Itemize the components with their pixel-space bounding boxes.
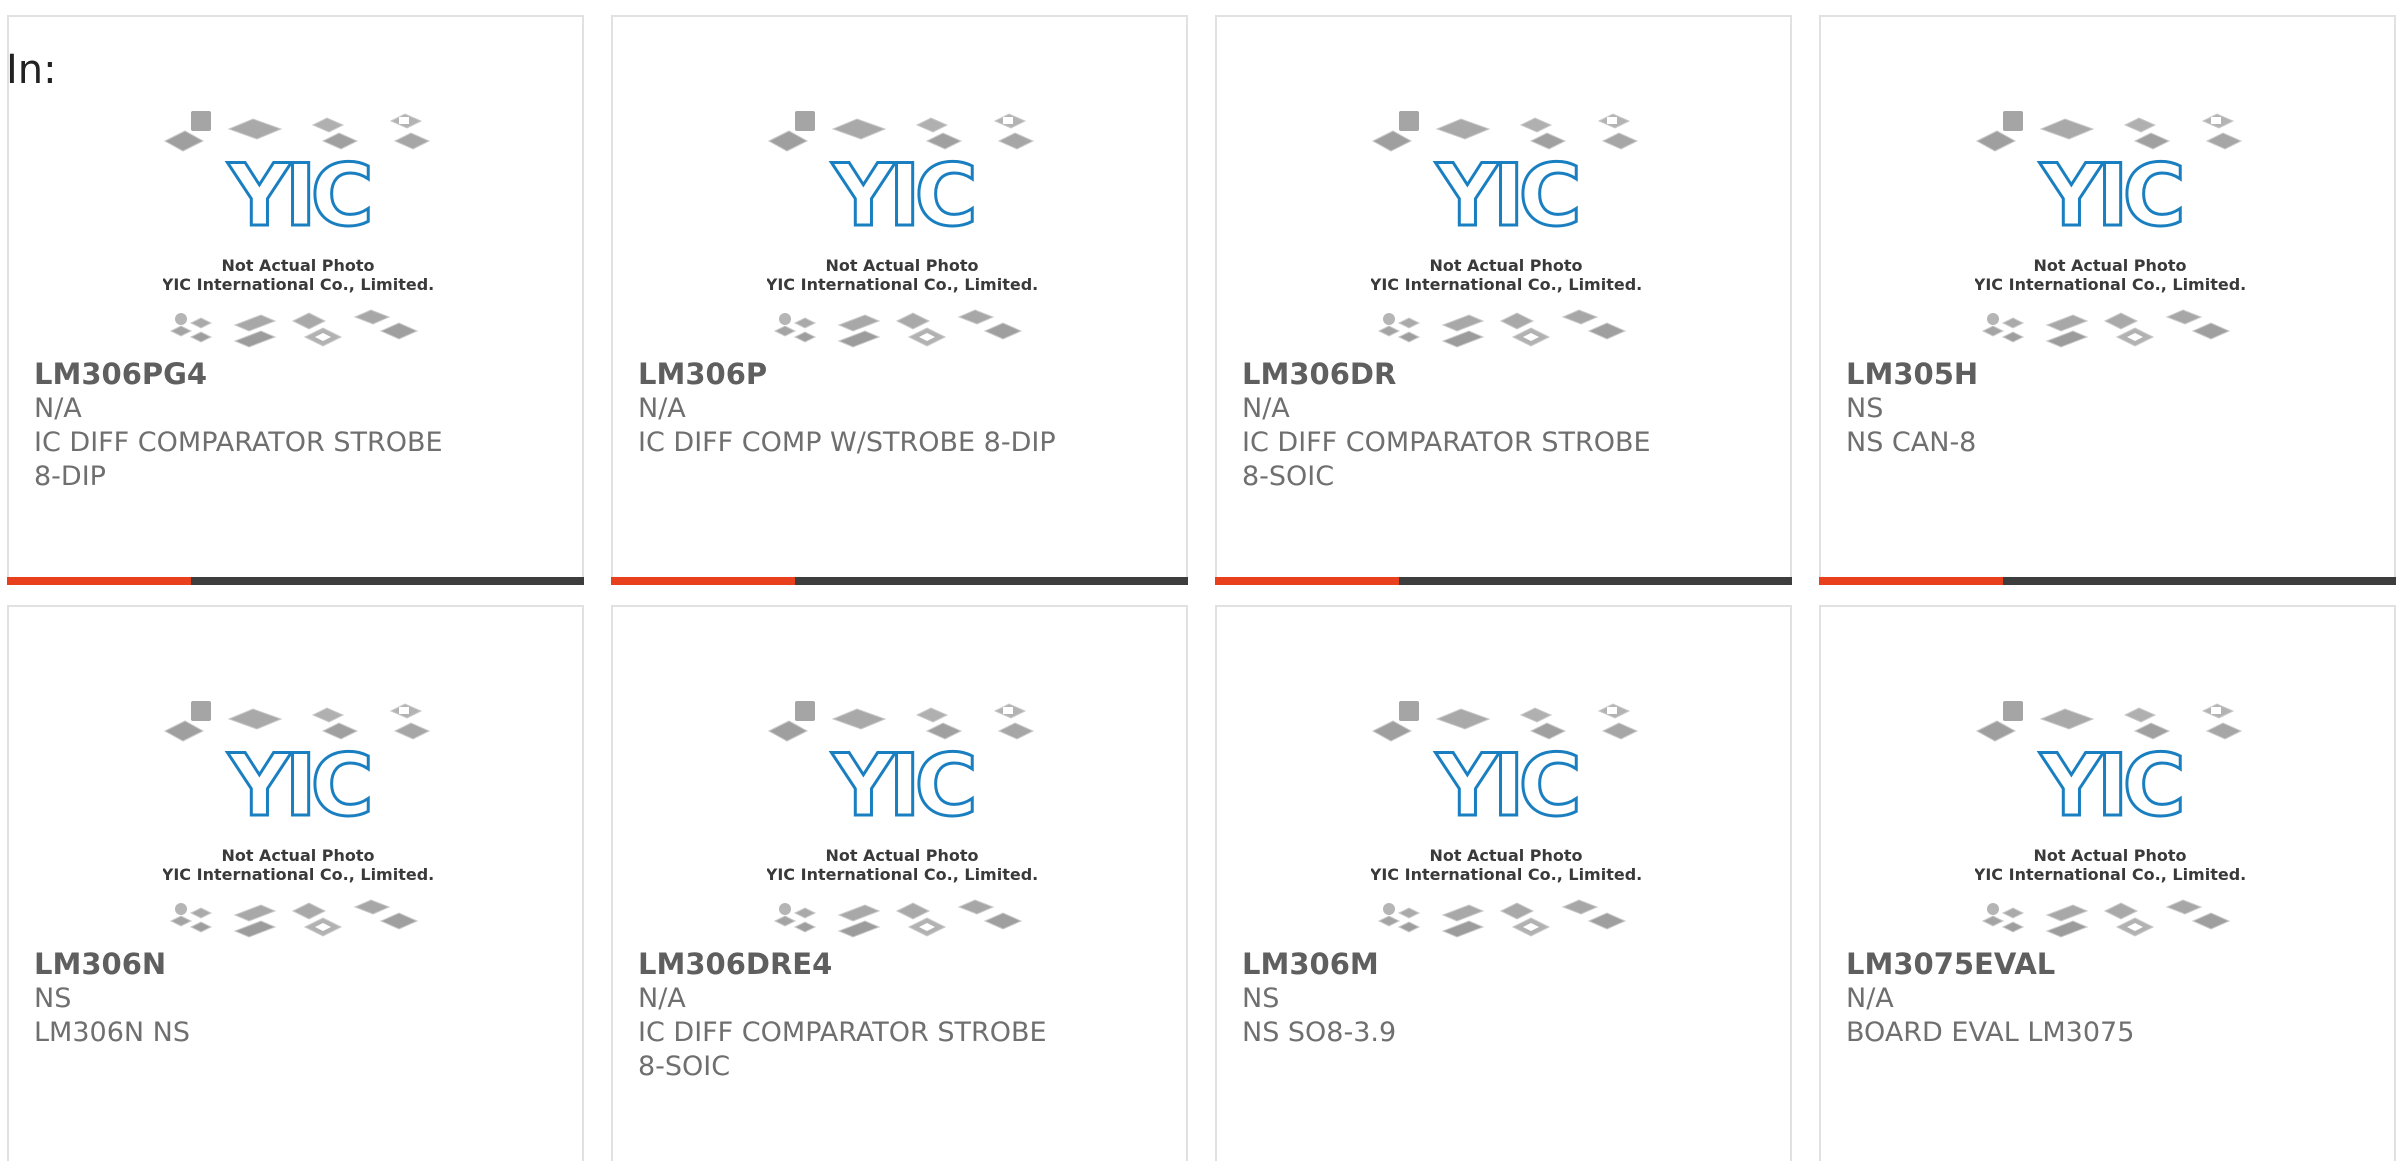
company-name-text: YIC International Co., Limited. [1371,275,1641,294]
card-accent-bar [611,577,795,585]
not-actual-photo-text: Not Actual Photo [825,256,978,275]
yic-logo: YIC [2039,146,2180,246]
product-description: IC DIFF COMP W/STROBE 8-DIP [638,427,1056,458]
yic-logo: YIC [1435,146,1576,246]
product-card[interactable]: YIC Not Actual Photo YIC International Co.… [1215,605,1792,1161]
yic-logo: YIC [2039,736,2180,836]
not-actual-photo-text: Not Actual Photo [1429,846,1582,865]
chip-icon [1399,701,1419,721]
company-name-text: YIC International Co., Limited. [163,865,433,884]
placeholder-photo-graphic: YIC Not Actual PhotoYIC International Co.… [1371,111,1641,348]
product-photo-placeholder: YIC Not Actual Photo YIC International Co.… [163,697,433,947]
product-description: LM306N NS [34,1017,190,1048]
placeholder-photo-graphic: YIC Not Actual PhotoYIC International Co.… [767,111,1037,348]
part-number[interactable]: LM306DRE4 [638,947,832,981]
part-number[interactable]: LM305H [1846,357,1978,391]
part-number[interactable]: LM306DR [1242,357,1396,391]
chip-icon [191,111,211,131]
placeholder-photo-graphic: YIC Not Actual PhotoYIC International Co.… [1975,111,2245,348]
product-description: BOARD EVAL LM3075 [1846,1017,2135,1048]
chip-icon [2003,701,2023,721]
manufacturer: NS [1846,393,1884,424]
placeholder-photo-graphic: YIC Not Actual PhotoYIC International Co.… [1975,701,2245,938]
product-description: NS CAN-8 [1846,427,1977,458]
company-name-text: YIC International Co., Limited. [1975,865,2245,884]
card-accent-bar [7,577,191,585]
card-accent-bar [1215,577,1399,585]
manufacturer: N/A [1242,393,1290,424]
product-description: IC DIFF COMPARATOR STROBE 8-SOIC [638,1017,1047,1082]
card-accent-bar [1819,577,2003,585]
product-description: IC DIFF COMPARATOR STROBE 8-SOIC [1242,427,1651,492]
product-photo-placeholder: YIC Not Actual Photo YIC International Co.… [1975,107,2245,357]
product-photo-placeholder: YIC Not Actual Photo YIC International Co.… [767,107,1037,357]
not-actual-photo-text: Not Actual Photo [221,846,374,865]
placeholder-photo-graphic: YIC Not Actual PhotoYIC International Co.… [163,701,433,938]
product-description: IC DIFF COMPARATOR STROBE 8-DIP [34,427,443,492]
company-name-text: YIC International Co., Limited. [767,275,1037,294]
manufacturer: NS [1242,983,1280,1014]
company-name-text: YIC International Co., Limited. [1371,865,1641,884]
product-description: NS SO8-3.9 [1242,1017,1397,1048]
manufacturer: N/A [34,393,82,424]
chip-icon [1399,111,1419,131]
part-number[interactable]: LM306M [1242,947,1379,981]
product-card[interactable]: YIC Not Actual Photo YIC International Co.… [7,605,584,1161]
manufacturer: N/A [638,393,686,424]
company-name-text: YIC International Co., Limited. [767,865,1037,884]
part-number[interactable]: LM306PG4 [34,357,207,391]
part-number[interactable]: LM306N [34,947,166,981]
chip-icon [191,701,211,721]
product-grid: YIC Not Actual Photo YIC International Co.… [0,0,2400,1161]
product-listing-page: In: YIC Not Actual Photo YIC International… [0,0,2400,1161]
company-name-text: YIC International Co., Limited. [163,275,433,294]
company-name-text: YIC International Co., Limited. [1975,275,2245,294]
card-bottom-bar [7,577,584,585]
placeholder-photo-graphic: YIC Not Actual PhotoYIC International Co.… [163,111,433,348]
yic-logo: YIC [227,736,368,836]
yic-logo: YIC [1435,736,1576,836]
manufacturer: NS [34,983,72,1014]
part-number[interactable]: LM3075EVAL [1846,947,2055,981]
yic-logo: YIC [831,146,972,246]
not-actual-photo-text: Not Actual Photo [2033,846,2186,865]
product-card[interactable]: YIC Not Actual Photo YIC International Co.… [1215,15,1792,585]
not-actual-photo-text: Not Actual Photo [221,256,374,275]
chip-icon [795,111,815,131]
part-number[interactable]: LM306P [638,357,767,391]
yic-logo: YIC [227,146,368,246]
card-bottom-bar [611,577,1188,585]
product-card[interactable]: YIC Not Actual Photo YIC International Co.… [7,15,584,585]
product-photo-placeholder: YIC Not Actual Photo YIC International Co.… [163,107,433,357]
card-bottom-bar [1819,577,2396,585]
placeholder-photo-graphic: YIC Not Actual PhotoYIC International Co.… [1371,701,1641,938]
placeholder-photo-graphic: YIC Not Actual PhotoYIC International Co.… [767,701,1037,938]
manufacturer: N/A [638,983,686,1014]
product-photo-placeholder: YIC Not Actual Photo YIC International Co.… [1371,697,1641,947]
product-photo-placeholder: YIC Not Actual Photo YIC International Co.… [1371,107,1641,357]
product-photo-placeholder: YIC Not Actual Photo YIC International Co.… [1975,697,2245,947]
card-bottom-bar [1215,577,1792,585]
product-card[interactable]: YIC Not Actual Photo YIC International Co.… [611,15,1188,585]
not-actual-photo-text: Not Actual Photo [2033,256,2186,275]
not-actual-photo-text: Not Actual Photo [825,846,978,865]
product-card[interactable]: YIC Not Actual Photo YIC International Co.… [611,605,1188,1161]
product-photo-placeholder: YIC Not Actual Photo YIC International Co.… [767,697,1037,947]
product-card[interactable]: YIC Not Actual Photo YIC International Co.… [1819,15,2396,585]
chip-icon [2003,111,2023,131]
yic-logo: YIC [831,736,972,836]
product-card[interactable]: YIC Not Actual Photo YIC International Co.… [1819,605,2396,1161]
chip-icon [795,701,815,721]
manufacturer: N/A [1846,983,1894,1014]
not-actual-photo-text: Not Actual Photo [1429,256,1582,275]
in-label: In: [6,47,57,93]
